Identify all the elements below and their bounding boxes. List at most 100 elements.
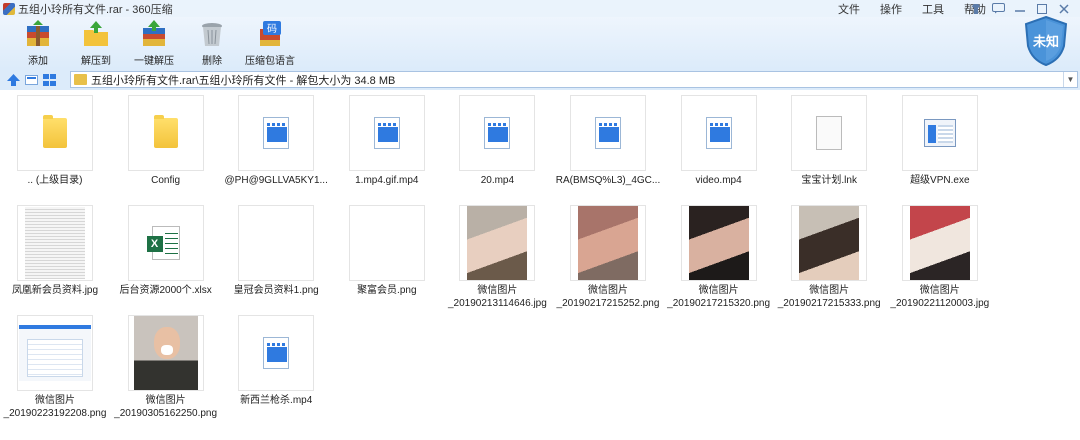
file-item[interactable]: 微信图片 _20190305162250.png <box>111 311 221 421</box>
status-badge[interactable]: 未知 <box>1024 15 1068 67</box>
address-path: 五组小玲所有文件.rar\五组小玲所有文件 - 解包大小为 34.8 MB <box>91 74 396 87</box>
file-name: 皇冠会员资料1.png <box>233 285 319 296</box>
maximize-icon[interactable] <box>1032 2 1052 16</box>
list-view-icon[interactable] <box>25 74 38 86</box>
menu-tools[interactable]: 工具 <box>922 1 944 17</box>
image-preview <box>467 206 528 280</box>
up-arrow-icon[interactable] <box>7 73 20 86</box>
file-name: 微信图片 _20190217215320.png <box>667 285 771 309</box>
file-thumbnail <box>570 95 646 171</box>
exe-file-icon <box>923 119 956 147</box>
file-item[interactable]: 微信图片 _20190221120003.jpg <box>885 201 995 311</box>
file-thumbnail <box>901 95 978 171</box>
file-thumbnail <box>127 205 204 281</box>
window-title: 五组小玲所有文件.rar - 360压缩 <box>18 3 173 16</box>
file-name: .. (上级目录) <box>27 175 83 186</box>
close-icon[interactable] <box>1054 2 1074 16</box>
excel-file-icon <box>146 226 180 260</box>
file-thumbnail <box>570 205 646 281</box>
file-name: 后台资源2000个.xlsx <box>119 285 212 296</box>
file-item[interactable]: RA(BMSQ%L3)_4GC... <box>553 91 663 201</box>
file-thumbnail <box>17 205 93 281</box>
delete-icon <box>197 20 227 48</box>
file-item[interactable]: 1.mp4.gif.mp4 <box>332 91 442 201</box>
image-preview <box>25 207 85 279</box>
delete-button[interactable]: 删除 <box>182 17 242 67</box>
file-thumbnail <box>459 205 536 281</box>
title-bar: 五组小玲所有文件.rar - 360压缩 文件 操作 工具 帮助 <box>0 0 1080 17</box>
file-name: 微信图片 _20190223192208.png <box>3 395 107 419</box>
file-thumbnail <box>17 95 93 171</box>
file-thumbnail <box>238 205 315 281</box>
file-name: 宝宝计划.lnk <box>801 175 857 186</box>
file-item[interactable]: 超级VPN.exe <box>885 91 995 201</box>
file-item[interactable]: 凤凰新会员资料.jpg <box>0 201 110 311</box>
menu-file[interactable]: 文件 <box>838 1 860 17</box>
file-name: 凤凰新会员资料.jpg <box>11 285 99 296</box>
svg-text:码: 码 <box>267 23 277 35</box>
file-name: 微信图片 _20190305162250.png <box>114 395 218 419</box>
file-item[interactable]: 微信图片 _20190217215333.png <box>774 201 884 311</box>
extract-to-button[interactable]: 解压到 <box>66 17 126 67</box>
file-item[interactable]: 聚富会员.png <box>332 201 442 311</box>
video-file-icon <box>263 117 290 149</box>
file-item[interactable]: 微信图片 _20190217215252.png <box>553 201 663 311</box>
file-name: @PH@9GLLVA5KY1... <box>224 175 328 186</box>
folder-icon <box>153 115 178 148</box>
file-name: 微信图片 _20190221120003.jpg <box>890 285 990 309</box>
image-preview <box>578 206 638 280</box>
one-click-extract-icon <box>139 20 169 48</box>
one-click-extract-button[interactable]: 一键解压 <box>124 17 184 67</box>
window-controls <box>966 0 1080 17</box>
shortcut-file-icon <box>816 116 843 150</box>
minimize-icon[interactable] <box>1010 2 1030 16</box>
file-name: 1.mp4.gif.mp4 <box>355 175 419 186</box>
archive-language-icon: 码 <box>255 20 285 48</box>
image-preview <box>909 206 970 280</box>
file-item[interactable]: 新西兰枪杀.mp4 <box>221 311 331 421</box>
file-item[interactable]: @PH@9GLLVA5KY1... <box>221 91 331 201</box>
file-item[interactable]: 后台资源2000个.xlsx <box>111 201 221 311</box>
file-thumbnail <box>680 205 757 281</box>
file-thumbnail <box>17 315 93 391</box>
file-item[interactable]: 微信图片 _20190213114646.jpg <box>442 201 552 311</box>
image-preview <box>355 207 418 279</box>
menu-operation[interactable]: 操作 <box>880 1 902 17</box>
add-button[interactable]: 添加 <box>8 17 68 67</box>
toolbar: 添加 解压到 一键解压 删除 码 压缩包语言 <box>0 17 1080 69</box>
file-item[interactable]: 宝宝计划.lnk <box>774 91 884 201</box>
file-item[interactable]: video.mp4 <box>664 91 774 201</box>
archive-language-button[interactable]: 码 压缩包语言 <box>240 17 300 67</box>
file-item[interactable]: .. (上级目录) <box>0 91 110 201</box>
chevron-down-icon[interactable]: ▼ <box>1063 72 1077 87</box>
file-thumbnail <box>238 315 315 391</box>
video-file-icon <box>595 117 621 149</box>
file-thumbnail <box>238 95 315 171</box>
file-item[interactable]: 微信图片 _20190217215320.png <box>664 201 774 311</box>
image-preview <box>799 206 860 280</box>
skin-icon[interactable] <box>966 2 986 16</box>
menu-bar: 文件 操作 工具 帮助 <box>838 0 986 17</box>
address-bar[interactable]: 五组小玲所有文件.rar\五组小玲所有文件 - 解包大小为 34.8 MB ▼ <box>70 71 1078 88</box>
file-name: Config <box>151 175 181 186</box>
file-name: 微信图片 _20190217215252.png <box>556 285 660 309</box>
image-preview <box>133 316 198 390</box>
extract-to-icon <box>81 20 111 48</box>
file-item[interactable]: 微信图片 _20190223192208.png <box>0 311 110 421</box>
file-name: 20.mp4 <box>480 175 515 186</box>
file-thumbnail <box>127 315 204 391</box>
file-thumbnail <box>348 95 425 171</box>
file-item[interactable]: Config <box>111 91 221 201</box>
file-name: 微信图片 _20190213114646.jpg <box>447 285 547 309</box>
file-item[interactable]: 皇冠会员资料1.png <box>221 201 331 311</box>
thumbnail-view-icon[interactable] <box>43 73 56 86</box>
image-preview <box>245 207 308 279</box>
image-preview <box>19 325 91 381</box>
image-preview <box>688 206 749 280</box>
folder-icon <box>43 115 67 148</box>
archive-folder-icon <box>74 74 87 85</box>
file-name: 微信图片 _20190217215333.png <box>777 285 881 309</box>
file-item[interactable]: 20.mp4 <box>442 91 552 201</box>
video-file-icon <box>484 117 511 149</box>
chat-icon[interactable] <box>988 2 1008 16</box>
